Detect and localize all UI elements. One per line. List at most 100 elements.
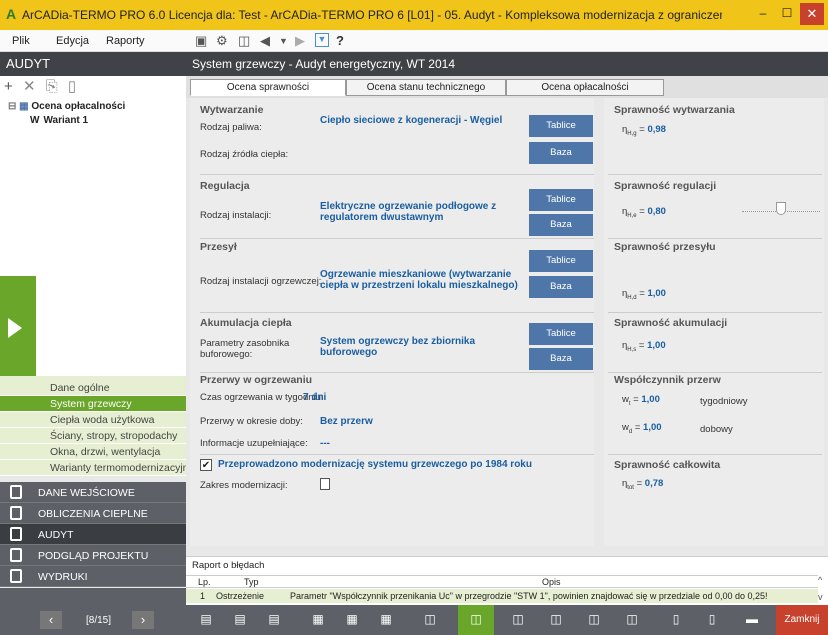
base-button-przesyl[interactable]: Baza	[529, 276, 593, 298]
divider	[608, 312, 822, 313]
data-input-icon[interactable]: ▤	[230, 612, 250, 628]
buffer-value: System ogrzewczy bez zbiornika buforoweg…	[320, 336, 476, 358]
maximize-button[interactable]: ☐	[776, 6, 798, 24]
tables-button-przesyl[interactable]: Tablice	[529, 250, 593, 272]
divider	[200, 312, 594, 313]
fuel-label: Rodzaj paliwa:	[200, 122, 262, 133]
nav-list: Dane ogólne System grzewczy Ciepła woda …	[0, 376, 186, 476]
preview-icon[interactable]: ▯	[666, 612, 686, 628]
row-lp: 1	[200, 591, 206, 601]
nav-item-cwu[interactable]: Ciepła woda użytkowa	[0, 412, 186, 428]
day-label: Przerwy w okresie doby:	[200, 416, 303, 427]
close-window-button[interactable]: ✕	[800, 3, 824, 25]
filter-icon[interactable]: ▼	[315, 33, 329, 47]
tree-node-root[interactable]: ⊟ ▦ Ocena opłacalności	[8, 101, 125, 112]
section-label: PODGLĄD PROJEKTU	[38, 550, 149, 562]
audit-icon[interactable]: ◫	[546, 612, 566, 628]
audit-icon[interactable]: ◫	[508, 612, 528, 628]
save-icon[interactable]: ▣	[195, 33, 207, 49]
next-page-button[interactable]: ›	[132, 611, 154, 629]
printer-icon	[10, 569, 22, 583]
collapse-icon[interactable]: ⊟	[8, 101, 16, 112]
audit-icon[interactable]: ◫	[420, 612, 440, 628]
section-label: DANE WEJŚCIOWE	[38, 487, 135, 499]
prz-title: Sprawność przesyłu	[614, 241, 716, 253]
col-type: Typ	[244, 577, 259, 587]
menu-bar: Plik Edycja Raporty ▣ ⚙ ◫ ◀ ▼ ▶ ▼ ?	[0, 30, 828, 52]
printer-icon[interactable]: ▬	[742, 612, 762, 628]
tree-node-variant[interactable]: W Wariant 1	[30, 115, 88, 126]
paste-icon[interactable]: ▯	[68, 78, 76, 95]
audit-icon	[10, 527, 22, 541]
przesyl-title: Przesył	[200, 241, 237, 253]
calk-value: ηtot = 0,78	[622, 478, 664, 491]
data-input-icon[interactable]: ▤	[196, 612, 216, 628]
delete-icon[interactable]: ✕	[23, 78, 36, 95]
audit-icon[interactable]: ◫	[584, 612, 604, 628]
menu-edycja[interactable]: Edycja	[56, 35, 89, 47]
preview-doc-icon	[10, 548, 22, 562]
preview-icon[interactable]: ◫	[238, 33, 250, 49]
calc-icon[interactable]: ▦	[376, 612, 396, 628]
row-type: Ostrzeżenie	[216, 591, 265, 601]
row-desc: Parametr "Współczynnik przenikania Uc" w…	[290, 591, 768, 601]
scope-label: Zakres modernizacji:	[200, 480, 288, 491]
tables-button-akumulacja[interactable]: Tablice	[529, 323, 593, 345]
menu-raporty[interactable]: Raporty	[106, 35, 145, 47]
notes-icon[interactable]	[320, 478, 330, 490]
tab-ocena-sprawnosci[interactable]: Ocena sprawności	[190, 79, 346, 96]
reg-value: ηH,e = 0,80	[622, 206, 666, 219]
modernization-label[interactable]: Przeprowadzono modernizację systemu grze…	[218, 459, 532, 470]
regulation-slider-thumb[interactable]	[776, 202, 786, 215]
tree-variant-label: Wariant 1	[43, 115, 89, 126]
scroll-down-icon[interactable]: v	[818, 592, 823, 602]
table-icon: ▦	[19, 101, 29, 112]
data-input-icon[interactable]: ▤	[264, 612, 284, 628]
close-button[interactable]: Zamknij	[776, 605, 828, 635]
undo-icon[interactable]: ◀	[260, 33, 270, 49]
help-icon[interactable]: ?	[336, 33, 344, 48]
base-button-akumulacja[interactable]: Baza	[529, 348, 593, 370]
base-button-regulacja[interactable]: Baza	[529, 214, 593, 236]
section-podglad[interactable]: PODGLĄD PROJEKTU	[0, 545, 186, 566]
settings-icon[interactable]: ⚙	[216, 33, 228, 49]
install-value: Elektryczne ogrzewanie podłogowe z regul…	[320, 201, 497, 223]
nav-item-sciany[interactable]: Ściany, stropy, stropodachy	[0, 428, 186, 444]
window-title: ArCADia-TERMO PRO 6.0 Licencja dla: Test…	[22, 8, 722, 22]
calc-icon[interactable]: ▦	[308, 612, 328, 628]
calculator-icon	[10, 506, 22, 520]
tables-button-wytwarzanie[interactable]: Tablice	[529, 115, 593, 137]
table-row[interactable]: 1 Ostrzeżenie Parametr "Współczynnik prz…	[186, 589, 818, 603]
audit-icon: ◫	[470, 612, 482, 626]
redo-icon[interactable]: ▶	[295, 33, 305, 49]
base-button-wytwarzanie[interactable]: Baza	[529, 142, 593, 164]
nav-item-dane-ogolne[interactable]: Dane ogólne	[0, 380, 186, 396]
copy-icon[interactable]: ⎘	[46, 78, 58, 95]
tab-ocena-oplacalnosci[interactable]: Ocena opłacalności	[506, 79, 664, 96]
wytw-title: Sprawność wytwarzania	[614, 104, 735, 116]
divider	[200, 238, 594, 239]
calc-icon[interactable]: ▦	[342, 612, 362, 628]
nav-item-system-grzewczy[interactable]: System grzewczy	[0, 396, 186, 412]
content-panel: Wytwarzanie Rodzaj paliwa: Ciepło siecio…	[190, 98, 594, 546]
report-title: Raport o błędach	[192, 560, 265, 571]
section-audyt[interactable]: AUDYT	[0, 524, 186, 545]
preview-icon[interactable]: ▯	[702, 612, 722, 628]
scroll-up-icon[interactable]: ^	[818, 575, 822, 585]
dropdown-icon[interactable]: ▼	[279, 36, 288, 46]
prev-page-button[interactable]: ‹	[40, 611, 62, 629]
modernization-checkbox[interactable]: ✔	[200, 459, 212, 471]
menu-plik[interactable]: Plik	[12, 35, 30, 47]
info-value: ---	[320, 438, 330, 449]
nav-item-warianty[interactable]: Warianty termomodernizacyjne	[0, 460, 186, 476]
nav-item-okna[interactable]: Okna, drzwi, wentylacja	[0, 444, 186, 460]
audit-icon[interactable]: ◫	[622, 612, 642, 628]
section-wydruki[interactable]: WYDRUKI	[0, 566, 186, 587]
expand-panel-button[interactable]	[0, 276, 36, 376]
section-obliczenia[interactable]: OBLICZENIA CIEPLNE	[0, 503, 186, 524]
minimize-button[interactable]: –	[752, 6, 774, 24]
tables-button-regulacja[interactable]: Tablice	[529, 189, 593, 211]
section-dane-wejsciowe[interactable]: DANE WEJŚCIOWE	[0, 482, 186, 503]
tab-ocena-stanu[interactable]: Ocena stanu technicznego	[346, 79, 506, 96]
add-icon[interactable]: +	[4, 78, 13, 95]
